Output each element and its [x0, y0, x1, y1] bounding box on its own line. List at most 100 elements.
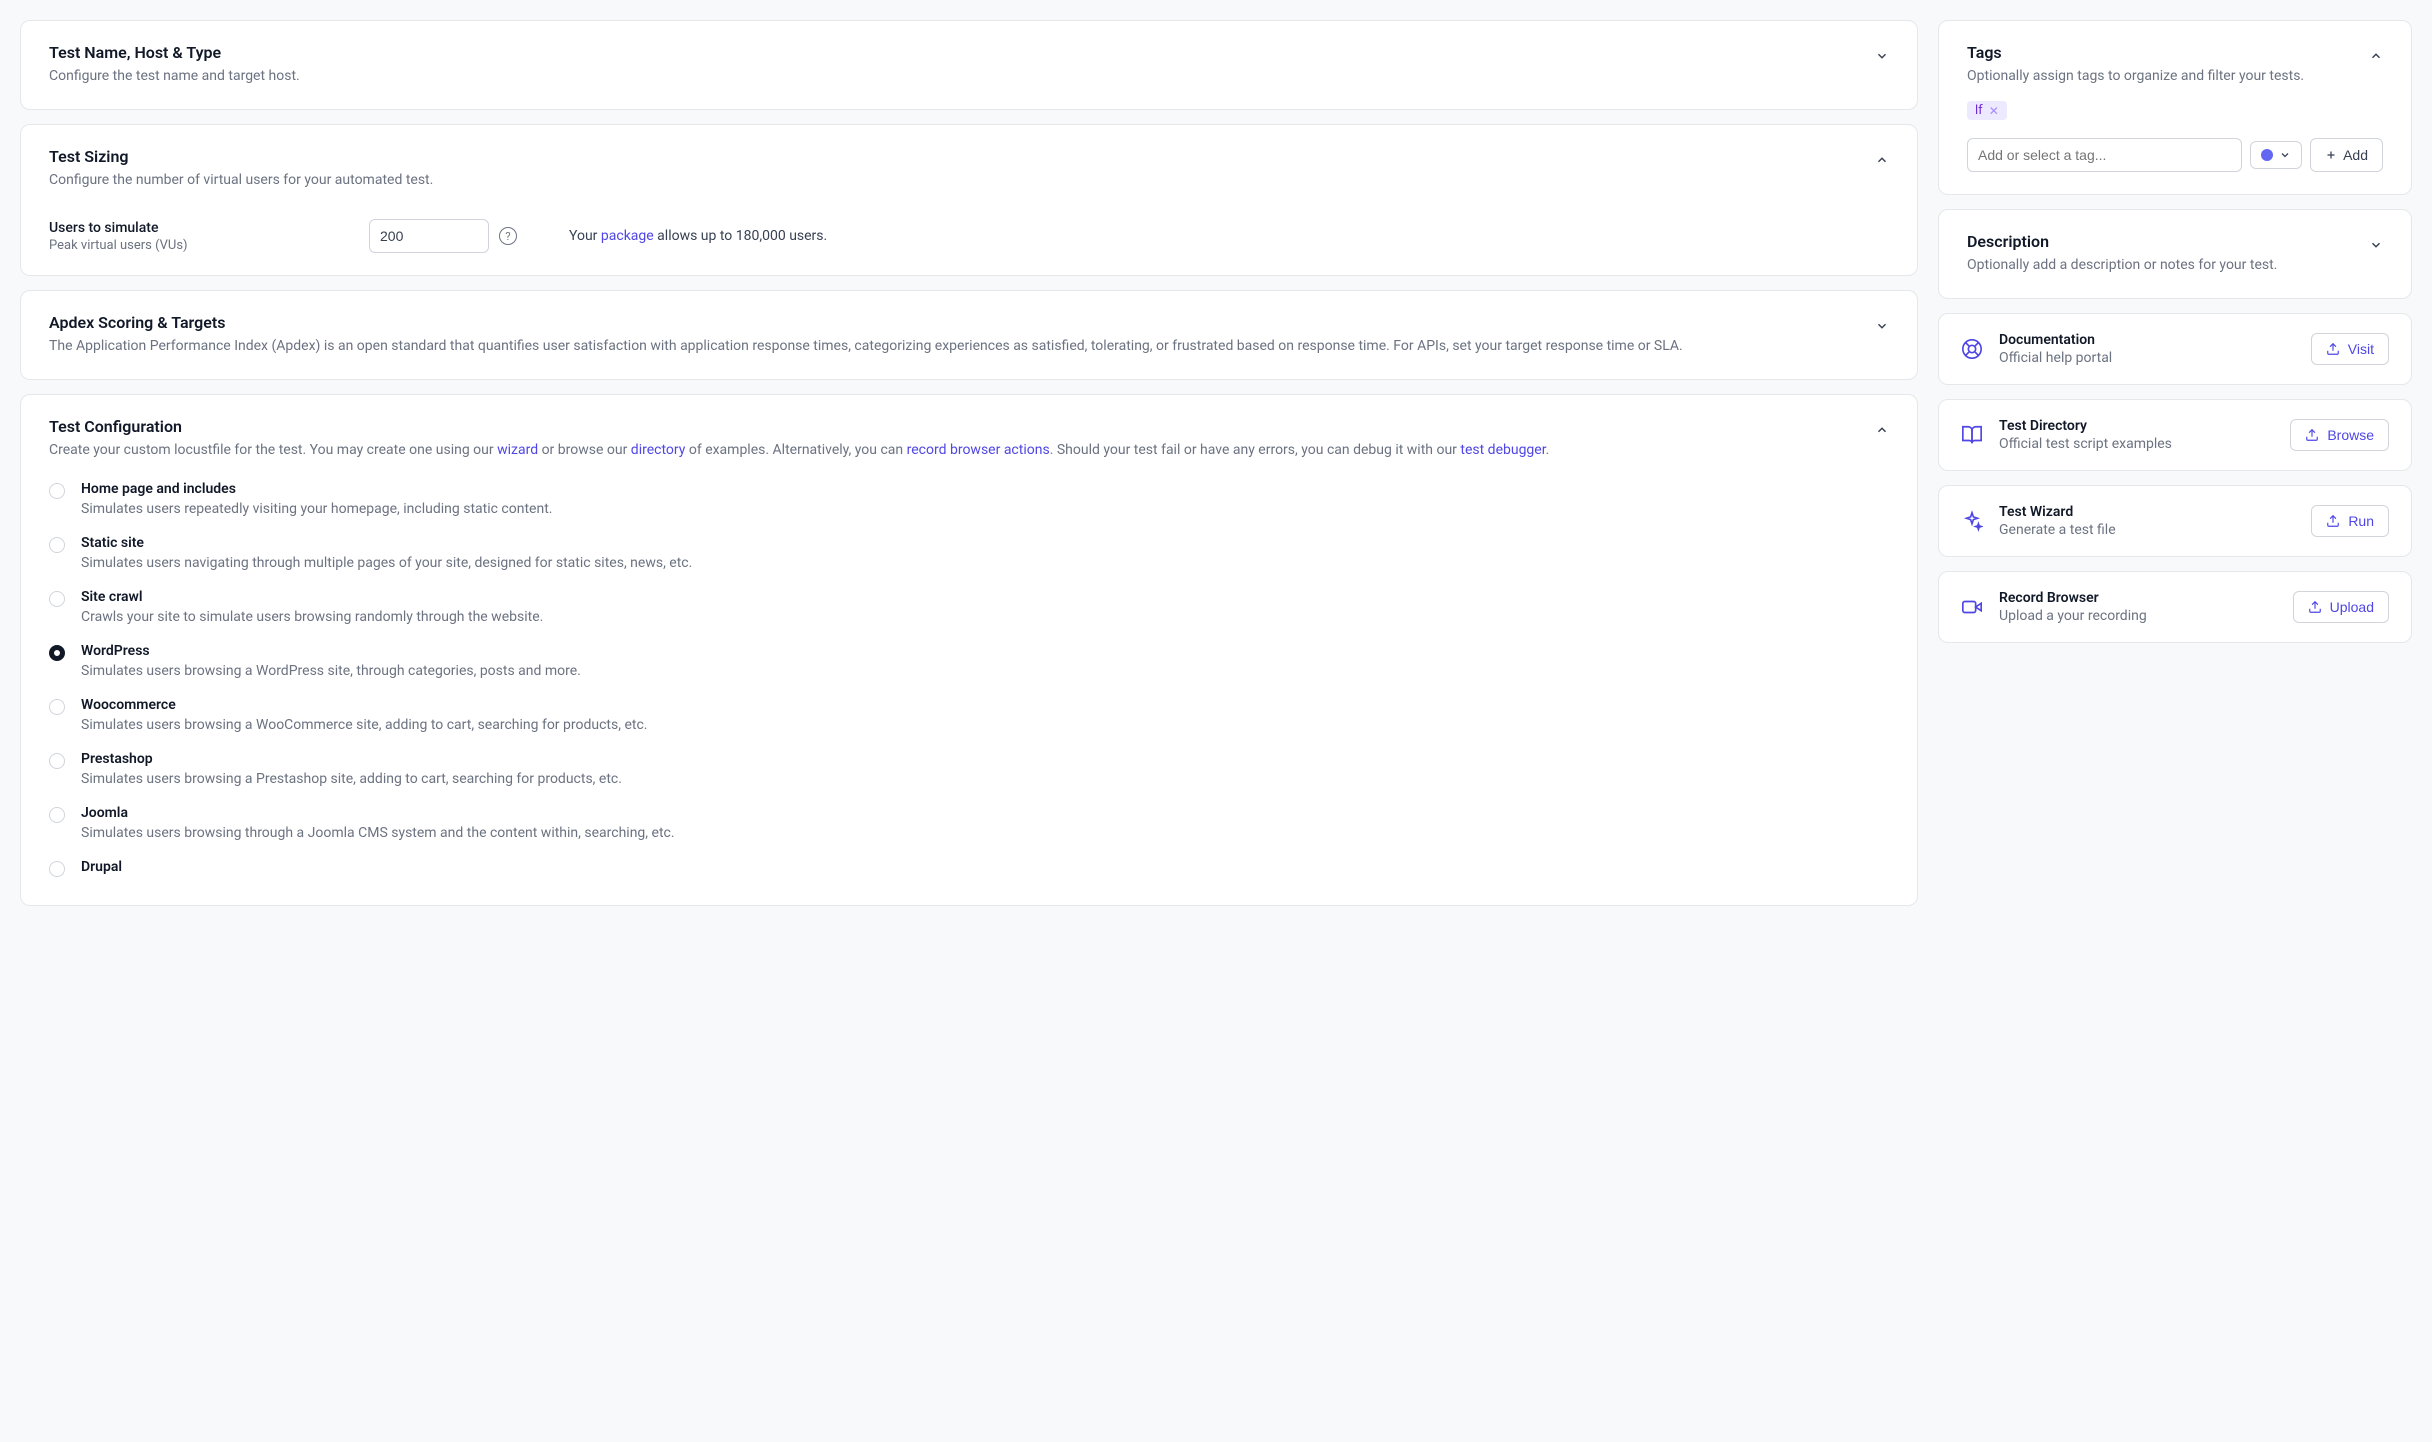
life-icon	[1961, 338, 1983, 360]
card-test-name-header[interactable]: Test Name, Host & Type Configure the tes…	[49, 43, 1889, 87]
tag-color-dot	[2261, 149, 2273, 161]
visit-button[interactable]: Visit	[2311, 333, 2389, 365]
radio-indicator	[49, 483, 65, 499]
run-button[interactable]: Run	[2311, 505, 2389, 537]
radio-indicator	[49, 861, 65, 877]
side-item-test-directory: Test Directory Official test script examp…	[1938, 399, 2412, 471]
side-item-desc: Official help portal	[1999, 350, 2295, 366]
card-test-sizing: Test Sizing Configure the number of virt…	[20, 124, 1918, 276]
radio-option-static[interactable]: Static siteSimulates users navigating th…	[49, 535, 1889, 571]
sparkle-icon	[1961, 510, 1983, 532]
side-item-documentation: Documentation Official help portal Visit	[1938, 313, 2412, 385]
radio-label: Drupal	[81, 859, 122, 875]
directory-link[interactable]: directory	[631, 442, 686, 458]
side-item-desc: Generate a test file	[1999, 522, 2295, 538]
wizard-link[interactable]: wizard	[497, 442, 538, 458]
upload-icon	[2326, 514, 2340, 528]
tag-remove-icon[interactable]: ✕	[1989, 104, 1999, 118]
upload-button[interactable]: Upload	[2293, 591, 2389, 623]
chevron-down-icon	[2279, 149, 2291, 161]
card-config-sub: Create your custom locustfile for the te…	[49, 440, 1855, 461]
upload-icon	[2326, 342, 2340, 356]
record-link[interactable]: record browser actions	[907, 442, 1050, 458]
radio-option-prestashop[interactable]: PrestashopSimulates users browsing a Pre…	[49, 751, 1889, 787]
package-line: Your package allows up to 180,000 users.	[569, 228, 1889, 244]
side-column: Tags Optionally assign tags to organize …	[1938, 20, 2412, 906]
card-test-sizing-title: Test Sizing	[49, 147, 433, 166]
radio-indicator	[49, 699, 65, 715]
tag-color-select[interactable]	[2250, 141, 2302, 169]
plus-icon	[2325, 149, 2337, 161]
card-config-header[interactable]: Test Configuration Create your custom lo…	[49, 417, 1889, 461]
side-item-title: Test Directory	[1999, 418, 2274, 434]
radio-option-drupal[interactable]: Drupal	[49, 859, 1889, 877]
chevron-down-icon	[2369, 238, 2383, 252]
chevron-down-icon	[1875, 49, 1889, 63]
card-description-sub: Optionally add a description or notes fo…	[1967, 255, 2277, 276]
radio-label: Home page and includes	[81, 481, 552, 497]
radio-desc: Simulates users navigating through multi…	[81, 555, 692, 571]
card-tags: Tags Optionally assign tags to organize …	[1938, 20, 2412, 195]
radio-desc: Simulates users browsing a WordPress sit…	[81, 663, 581, 679]
card-apdex-header[interactable]: Apdex Scoring & Targets The Application …	[49, 313, 1889, 357]
side-item-desc: Upload a your recording	[1999, 608, 2277, 624]
card-description: Description Optionally add a description…	[1938, 209, 2412, 299]
radio-desc: Crawls your site to simulate users brows…	[81, 609, 543, 625]
card-apdex-title: Apdex Scoring & Targets	[49, 313, 1855, 332]
users-input[interactable]	[369, 219, 489, 253]
radio-label: Site crawl	[81, 589, 543, 605]
radio-option-home[interactable]: Home page and includes Simulates users re…	[49, 481, 1889, 517]
upload-icon	[2308, 600, 2322, 614]
radio-desc: Simulates users repeatedly visiting your…	[81, 501, 552, 517]
radio-option-woo[interactable]: WoocommerceSimulates users browsing a Wo…	[49, 697, 1889, 733]
users-sub: Peak virtual users (VUs)	[49, 238, 349, 253]
upload-icon	[2305, 428, 2319, 442]
chevron-up-icon	[2369, 49, 2383, 63]
chevron-down-icon	[1875, 319, 1889, 333]
radio-option-crawl[interactable]: Site crawl Crawls your site to simulate u…	[49, 589, 1889, 625]
card-test-sizing-header[interactable]: Test Sizing Configure the number of virt…	[49, 147, 1889, 191]
side-items-list: Documentation Official help portal Visit Te…	[1938, 313, 2412, 643]
chevron-up-icon	[1875, 423, 1889, 437]
add-tag-button[interactable]: Add	[2310, 138, 2383, 172]
radio-label: Joomla	[81, 805, 675, 821]
radio-option-wordpress[interactable]: WordPress Simulates users browsing a Word…	[49, 643, 1889, 679]
tag-chip[interactable]: lf ✕	[1967, 101, 2007, 120]
card-test-name-sub: Configure the test name and target host.	[49, 66, 300, 87]
card-config: Test Configuration Create your custom lo…	[20, 394, 1918, 906]
card-tags-header[interactable]: Tags Optionally assign tags to organize …	[1967, 43, 2383, 87]
radio-indicator	[49, 807, 65, 823]
radio-indicator	[49, 645, 65, 661]
card-description-header[interactable]: Description Optionally add a description…	[1967, 232, 2383, 276]
side-item-desc: Official test script examples	[1999, 436, 2274, 452]
side-item-title: Record Browser	[1999, 590, 2277, 606]
card-tags-title: Tags	[1967, 43, 2304, 62]
debugger-link[interactable]: test debugger	[1460, 442, 1545, 458]
package-link[interactable]: package	[601, 228, 654, 244]
main-column: Test Name, Host & Type Configure the tes…	[20, 20, 1918, 906]
card-test-sizing-sub: Configure the number of virtual users fo…	[49, 170, 433, 191]
radio-option-joomla[interactable]: Joomla Simulates users browsing through a…	[49, 805, 1889, 841]
browse-button[interactable]: Browse	[2290, 419, 2389, 451]
side-item-record-browser: Record Browser Upload a your recording Upl…	[1938, 571, 2412, 643]
radio-indicator	[49, 753, 65, 769]
card-description-title: Description	[1967, 232, 2277, 251]
side-item-title: Test Wizard	[1999, 504, 2295, 520]
tag-chip-label: lf	[1975, 103, 1983, 118]
radio-indicator	[49, 537, 65, 553]
side-item-test-wizard: Test Wizard Generate a test file Run	[1938, 485, 2412, 557]
help-icon[interactable]: ?	[499, 227, 517, 245]
side-item-title: Documentation	[1999, 332, 2295, 348]
video-icon	[1961, 596, 1983, 618]
card-apdex: Apdex Scoring & Targets The Application …	[20, 290, 1918, 380]
radio-desc: Simulates users browsing through a Jooml…	[81, 825, 675, 841]
radio-label: Prestashop	[81, 751, 622, 767]
tag-input[interactable]	[1967, 138, 2242, 172]
radio-indicator	[49, 591, 65, 607]
card-config-title: Test Configuration	[49, 417, 1855, 436]
card-test-name: Test Name, Host & Type Configure the tes…	[20, 20, 1918, 110]
chevron-up-icon	[1875, 153, 1889, 167]
radio-label: Woocommerce	[81, 697, 647, 713]
radio-label: WordPress	[81, 643, 581, 659]
config-radio-list: Home page and includes Simulates users re…	[49, 481, 1889, 877]
